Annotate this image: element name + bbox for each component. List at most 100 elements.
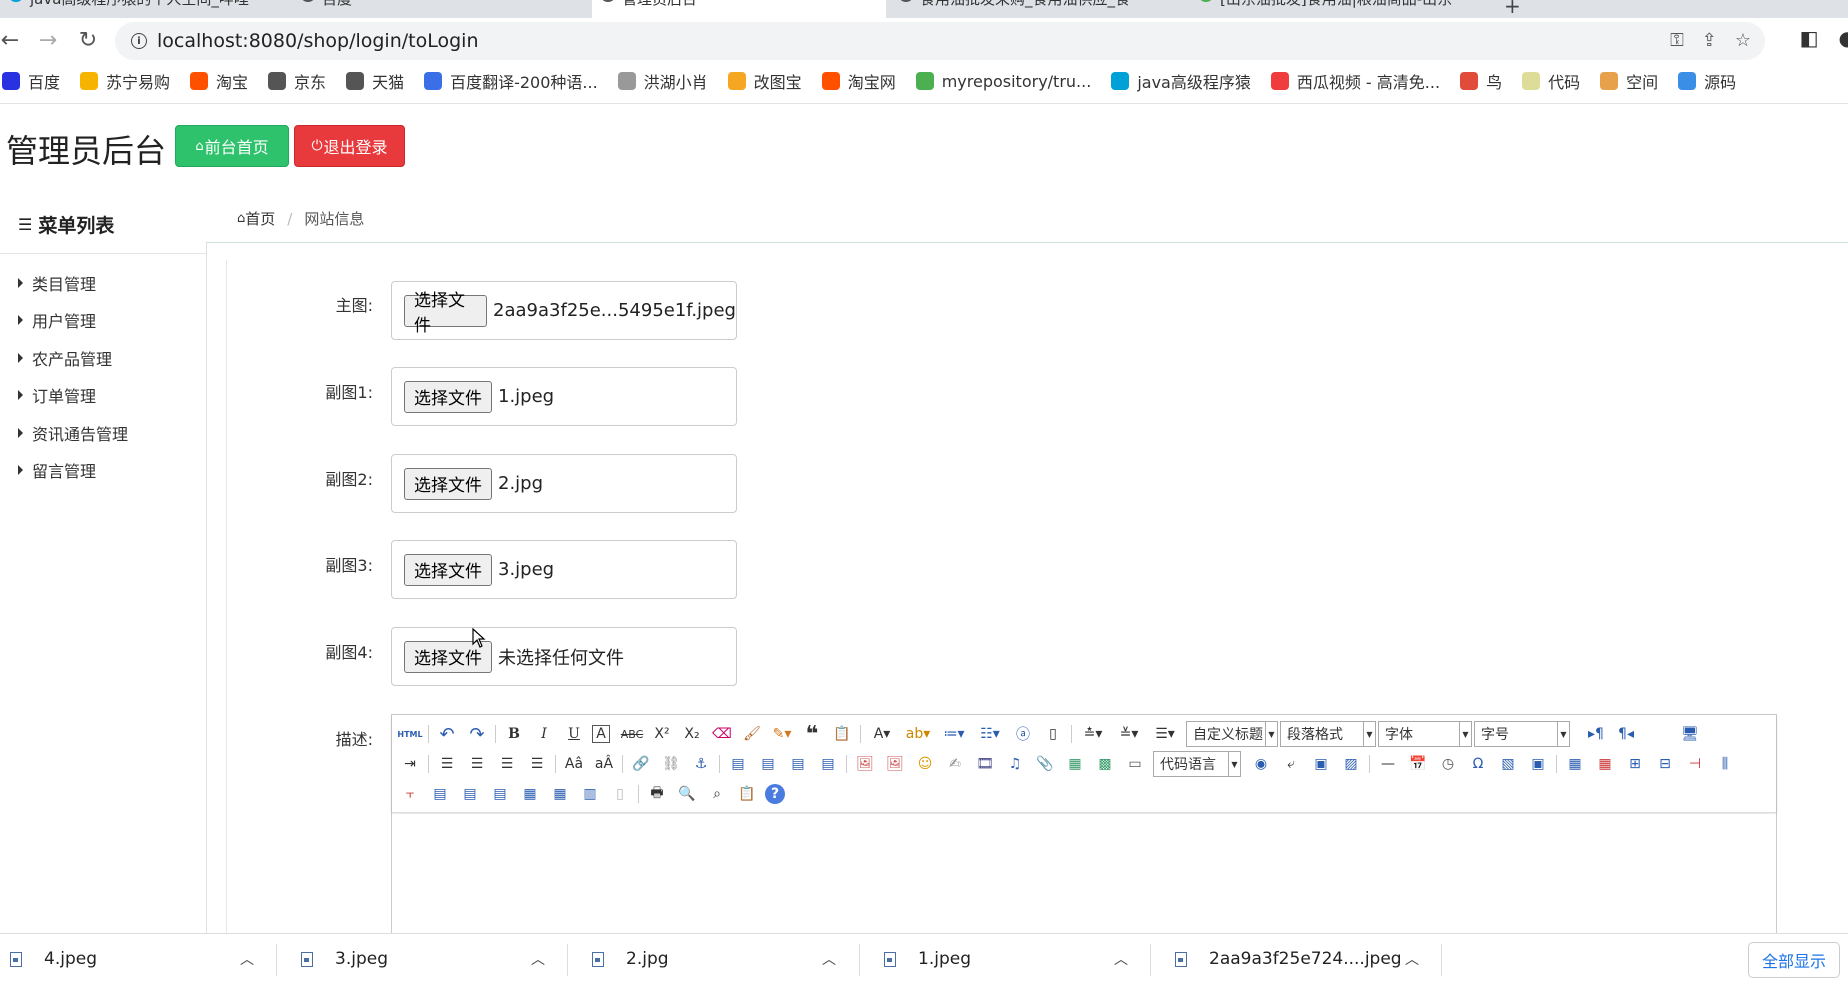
close-icon[interactable]: ✕ [566, 0, 578, 4]
sub-image-2-file-input[interactable]: 选择文件 2.jpg [391, 454, 737, 513]
horizontal-rule-icon[interactable]: — [1376, 753, 1400, 775]
bookmark-item[interactable]: 天猫 [346, 69, 404, 93]
font-size-select[interactable]: 字号 ▼ [1474, 721, 1570, 747]
bookmark-item[interactable]: 京东 [268, 69, 326, 93]
attachment-icon[interactable]: 📎 [1033, 753, 1057, 775]
bookmark-item[interactable]: 百度翻译-200种语... [424, 69, 598, 93]
image-none-icon[interactable]: ▤ [726, 753, 750, 775]
lowercase-icon[interactable]: aÂ [592, 753, 616, 775]
sidebar-item-category[interactable]: 类目管理 [18, 271, 96, 295]
merge-cells-icon[interactable]: ▤ [428, 783, 452, 805]
download-item[interactable]: 1.jpeg ︿ [884, 934, 1139, 984]
page-break-icon[interactable]: ⤶ [1279, 753, 1303, 775]
bookmark-item[interactable]: 改图宝 [727, 69, 802, 93]
share-icon[interactable]: ⇪ [1702, 30, 1717, 51]
download-item[interactable]: 4.jpeg ︿ [10, 934, 265, 984]
font-border-icon[interactable]: A [592, 725, 610, 743]
code-language-select[interactable]: 代码语言 ▼ [1153, 751, 1241, 777]
star-icon[interactable]: ☆ [1735, 30, 1751, 51]
ltr-icon[interactable]: ▸¶ [1584, 723, 1608, 745]
sub-image-1-file-input[interactable]: 选择文件 1.jpeg [391, 367, 737, 426]
insert-table-icon[interactable]: ▦ [1563, 753, 1587, 775]
select-all-icon[interactable]: ⓐ [1011, 723, 1035, 745]
download-item[interactable]: 2aa9a3f25e724....jpeg ︿ [1175, 934, 1430, 984]
drafts-icon[interactable]: 📋 [735, 783, 759, 805]
reload-icon[interactable]: ↻ [74, 26, 102, 54]
unordered-list-icon[interactable]: ☷▾ [975, 723, 1005, 745]
image-left-icon[interactable]: ▤ [756, 753, 780, 775]
split-to-cols-icon[interactable]: ▥ [578, 783, 602, 805]
snapscreen-icon[interactable]: ▣ [1526, 753, 1550, 775]
sub-image-4-file-input[interactable]: 选择文件 未选择任何文件 [391, 627, 737, 686]
anchor-icon[interactable]: ⚓ [689, 753, 713, 775]
insert-code-icon[interactable]: ▭ [1123, 753, 1147, 775]
tab-bilibili[interactable]: java高级程序猿的个人空间_哔哩 ✕ [0, 0, 290, 18]
sidebar-item-news[interactable]: 资讯通告管理 [18, 421, 128, 445]
download-item[interactable]: 3.jpeg ︿ [301, 934, 556, 984]
undo-icon[interactable]: ↶ [435, 723, 459, 745]
breadcrumb-home[interactable]: 首页 [245, 208, 275, 229]
date-icon[interactable]: 📅 [1406, 753, 1430, 775]
bookmark-item[interactable]: 淘宝 [190, 69, 248, 93]
print-icon[interactable]: 🖶 [645, 783, 669, 805]
info-icon[interactable]: i [131, 33, 147, 49]
italic-icon[interactable]: I [532, 723, 556, 745]
auto-format-icon[interactable]: ✎▾ [770, 723, 794, 745]
special-chars-icon[interactable]: Ω [1466, 753, 1490, 775]
tab-oil-wholesale[interactable]: 食用油批发采购_食用油供应_食 ✕ [890, 0, 1186, 18]
insert-music-icon[interactable]: ♫ [1003, 753, 1027, 775]
side-panel-icon[interactable]: ◧ [1800, 26, 1819, 50]
show-all-downloads-button[interactable]: 全部显示 [1748, 942, 1840, 978]
font-family-select[interactable]: 字体 ▼ [1378, 721, 1472, 747]
chevron-up-icon[interactable]: ︿ [531, 949, 545, 969]
key-icon[interactable]: ⚿ [1670, 30, 1684, 51]
scrawl-icon[interactable]: ✍ [943, 753, 967, 775]
chevron-up-icon[interactable]: ︿ [822, 949, 836, 969]
fullscreen-icon[interactable]: 🖥 [1678, 723, 1702, 745]
image-right-icon[interactable]: ▤ [786, 753, 810, 775]
close-icon[interactable]: ✕ [268, 0, 280, 4]
bookmark-item[interactable]: 源码 [1678, 69, 1736, 93]
insert-row-icon[interactable]: ⊟ [1653, 753, 1677, 775]
uppercase-icon[interactable]: Aâ [562, 753, 586, 775]
web-image-icon[interactable]: ◉ [1249, 753, 1273, 775]
close-icon[interactable]: ✕ [1164, 0, 1176, 4]
profile-icon[interactable]: ● [1839, 26, 1848, 50]
chevron-up-icon[interactable]: ︿ [1114, 949, 1128, 969]
line-height-icon[interactable]: ☰▾ [1150, 723, 1180, 745]
choose-file-button[interactable]: 选择文件 [404, 467, 492, 500]
delete-row-icon[interactable]: ⊣ [1683, 753, 1707, 775]
time-icon[interactable]: ◷ [1436, 753, 1460, 775]
map-icon[interactable]: ▩ [1093, 753, 1117, 775]
background-icon[interactable]: ▣ [1309, 753, 1333, 775]
chevron-up-icon[interactable]: ︿ [240, 949, 254, 969]
superscript-icon[interactable]: X² [650, 723, 674, 745]
wordimage-icon[interactable]: ▧ [1496, 753, 1520, 775]
font-color-icon[interactable]: A▾ [867, 723, 897, 745]
align-justify-icon[interactable]: ☰ [525, 753, 549, 775]
paragraph-format-select[interactable]: 段落格式 ▼ [1280, 721, 1376, 747]
logout-button[interactable]: ⏻ 退出登录 [294, 125, 405, 167]
custom-title-select[interactable]: 自定义标题 ▼ [1186, 721, 1278, 747]
sidebar-item-messages[interactable]: 留言管理 [18, 458, 96, 482]
ordered-list-icon[interactable]: ≔▾ [939, 723, 969, 745]
bookmark-item[interactable]: 空间 [1600, 69, 1658, 93]
sub-image-3-file-input[interactable]: 选择文件 3.jpeg [391, 540, 737, 599]
bookmark-item[interactable]: java高级程序猿 [1111, 69, 1251, 93]
paragraph-spacing-top-icon[interactable]: ≛▾ [1078, 723, 1108, 745]
rich-text-editor[interactable]: HTML ↶ ↷ B I U A ABC X² X₂ ⌫ 🖌 ✎▾ ❝ 📋 A▾… [391, 714, 1777, 954]
template-icon[interactable]: ▨ [1339, 753, 1363, 775]
eraser-icon[interactable]: ⌫ [710, 723, 734, 745]
bookmark-item[interactable]: 西瓜视频 - 高清免... [1270, 69, 1440, 93]
subscript-icon[interactable]: X₂ [680, 723, 704, 745]
bookmark-item[interactable]: 鸟 [1460, 69, 1502, 93]
clear-doc-icon[interactable]: ▯ [1041, 723, 1065, 745]
link-icon[interactable]: 🔗 [629, 753, 653, 775]
insert-video-icon[interactable]: 🎞 [973, 753, 997, 775]
highlight-icon[interactable]: ab▾ [903, 723, 933, 745]
insert-col-icon[interactable]: ⫼ [1713, 753, 1737, 775]
insert-paragraph-before-table-icon[interactable]: ⊞ [1623, 753, 1647, 775]
preview-icon[interactable]: 🔍 [675, 783, 699, 805]
choose-file-button[interactable]: 选择文件 [404, 291, 488, 336]
address-bar[interactable]: i localhost:8080/shop/login/toLogin ⚿ ⇪ … [115, 22, 1765, 60]
